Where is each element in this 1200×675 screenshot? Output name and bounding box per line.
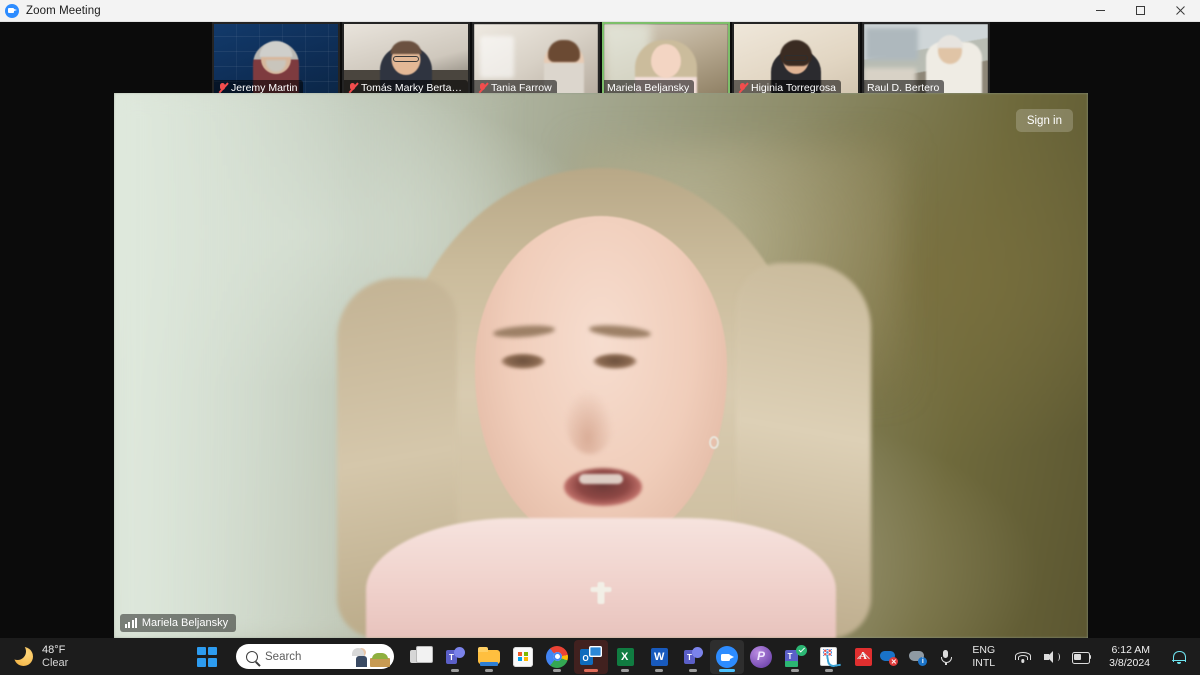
taskbar-app-teams-chat[interactable]: T — [676, 640, 710, 674]
tray-network[interactable] — [1008, 642, 1037, 672]
minimize-icon[interactable] — [1080, 0, 1120, 22]
active-speaker-label: Mariela Beljansky — [120, 614, 237, 632]
file-explorer-icon — [478, 646, 500, 668]
zoom-meeting-window: Zoom Meeting Jeremy Martin Tomás Marky B… — [0, 0, 1200, 675]
running-indicator — [791, 669, 799, 672]
teams-chat-icon: T — [682, 646, 704, 668]
taskbar-app-task-view[interactable] — [404, 640, 438, 674]
window-title: Zoom Meeting — [26, 4, 101, 17]
active-speaker-name: Mariela Beljansky — [141, 617, 229, 629]
taskbar-app-microsoft-word[interactable]: W — [642, 640, 676, 674]
search-icon — [246, 650, 258, 663]
speaker-figure — [321, 168, 881, 638]
teams-live-icon: T — [784, 644, 807, 668]
running-indicator — [825, 669, 833, 672]
taskbar-center-group: Search T O X W T P T A — [190, 639, 880, 674]
speaker-eye-left — [501, 354, 545, 369]
close-icon[interactable] — [1160, 0, 1200, 22]
title-bar: Zoom Meeting — [0, 0, 1200, 22]
meeting-stage: Jeremy Martin Tomás Marky Bertarelli Tan… — [0, 22, 1200, 638]
participant-thumbnail[interactable]: Tomás Marky Bertarelli — [342, 22, 470, 98]
microsoft-excel-icon: X — [614, 646, 636, 668]
zoom-icon — [5, 3, 19, 18]
search-input[interactable]: Search — [236, 644, 394, 669]
notifications-button[interactable] — [1165, 642, 1192, 672]
clock-widget[interactable]: 6:12 AM 3/8/2024 — [1097, 642, 1165, 672]
participant-thumbnail-active-speaker[interactable]: Mariela Beljansky — [602, 22, 730, 98]
clock-date: 3/8/2024 — [1109, 656, 1150, 669]
system-tray: ✕ i ENG INTL 6:12 AM 3/8/2024 — [853, 642, 1200, 672]
participant-thumbnail[interactable]: Tania Farrow — [472, 22, 600, 98]
taskbar-app-paint[interactable]: P — [744, 640, 778, 674]
start-button[interactable] — [190, 640, 224, 674]
participant-thumbnail[interactable]: Jeremy Martin — [212, 22, 340, 98]
google-chrome-icon — [546, 645, 568, 668]
search-placeholder: Search — [265, 650, 302, 663]
windows-taskbar: 48°F Clear Search T O X W T P T A ✕ i EN… — [0, 638, 1200, 675]
speaker-necklace — [590, 582, 612, 604]
tray-battery[interactable] — [1066, 642, 1097, 672]
paint-app-icon: P — [750, 645, 772, 668]
tray-microphone[interactable] — [932, 642, 959, 672]
participant-thumbnail[interactable]: Higinia Torregrosa — [732, 22, 860, 98]
speaker-nose — [566, 390, 614, 454]
zoom-icon — [716, 645, 738, 668]
taskbar-app-microsoft-excel[interactable]: X — [608, 640, 642, 674]
taskbar-app-snipping-tool[interactable] — [812, 640, 846, 674]
speaker-earring — [709, 436, 719, 449]
running-indicator — [621, 669, 629, 672]
running-indicator — [689, 669, 697, 672]
taskbar-app-microsoft-outlook[interactable]: O — [574, 639, 608, 674]
bell-icon — [1171, 649, 1186, 665]
window-controls — [1080, 0, 1200, 22]
taskbar-app-file-explorer[interactable] — [472, 640, 506, 674]
microsoft-word-icon: W — [648, 646, 670, 668]
active-indicator — [719, 669, 735, 672]
tray-onedrive-sync[interactable]: i — [903, 642, 932, 672]
weather-temperature: 48°F — [42, 643, 66, 656]
running-indicator — [485, 669, 493, 672]
taskbar-app-google-chrome[interactable] — [540, 640, 574, 674]
microsoft-teams-icon: T — [444, 646, 466, 668]
moon-icon — [9, 643, 33, 666]
running-indicator — [655, 669, 663, 672]
battery-icon — [1072, 651, 1092, 664]
language-line-1: ENG — [972, 644, 996, 657]
running-indicator — [584, 669, 598, 672]
snipping-tool-icon — [818, 646, 840, 668]
language-indicator[interactable]: ENG INTL — [959, 642, 1008, 672]
wifi-icon — [1014, 650, 1031, 664]
cloud-error-icon: ✕ — [880, 648, 899, 666]
taskbar-app-microsoft-teams[interactable]: T — [438, 640, 472, 674]
search-illustration-icon — [352, 647, 390, 669]
microsoft-store-icon — [512, 646, 534, 668]
microphone-icon — [938, 649, 953, 665]
language-line-2: INTL — [972, 656, 996, 669]
sign-in-button[interactable]: Sign in — [1015, 109, 1073, 132]
speaker-eye-right — [593, 354, 637, 369]
weather-widget[interactable]: 48°F Clear — [0, 643, 170, 670]
main-video-active-speaker[interactable]: Sign in Mariela Beljansky — [114, 93, 1088, 638]
taskbar-app-microsoft-store[interactable] — [506, 640, 540, 674]
speaker-icon — [1043, 650, 1061, 664]
speaker-teeth — [579, 474, 623, 484]
task-view-icon — [410, 645, 433, 668]
audio-level-bars-icon — [125, 618, 137, 628]
clock-time: 6:12 AM — [1111, 644, 1150, 657]
tray-volume[interactable] — [1037, 642, 1066, 672]
running-indicator — [451, 669, 459, 672]
taskbar-app-zoom[interactable] — [710, 639, 744, 674]
windows-logo-icon — [194, 644, 220, 670]
participant-thumbnail[interactable]: Raul D. Bertero — [862, 22, 990, 98]
microsoft-outlook-icon: O — [580, 645, 602, 668]
weather-text: 48°F Clear — [42, 644, 68, 670]
cloud-sync-icon: i — [909, 648, 928, 666]
maximize-icon[interactable] — [1120, 0, 1160, 22]
participant-thumbnail-strip: Jeremy Martin Tomás Marky Bertarelli Tan… — [212, 22, 990, 98]
running-indicator — [553, 669, 561, 672]
weather-condition: Clear — [42, 656, 69, 669]
speaker-shirt — [366, 518, 836, 638]
taskbar-app-teams-live[interactable]: T — [778, 640, 812, 674]
